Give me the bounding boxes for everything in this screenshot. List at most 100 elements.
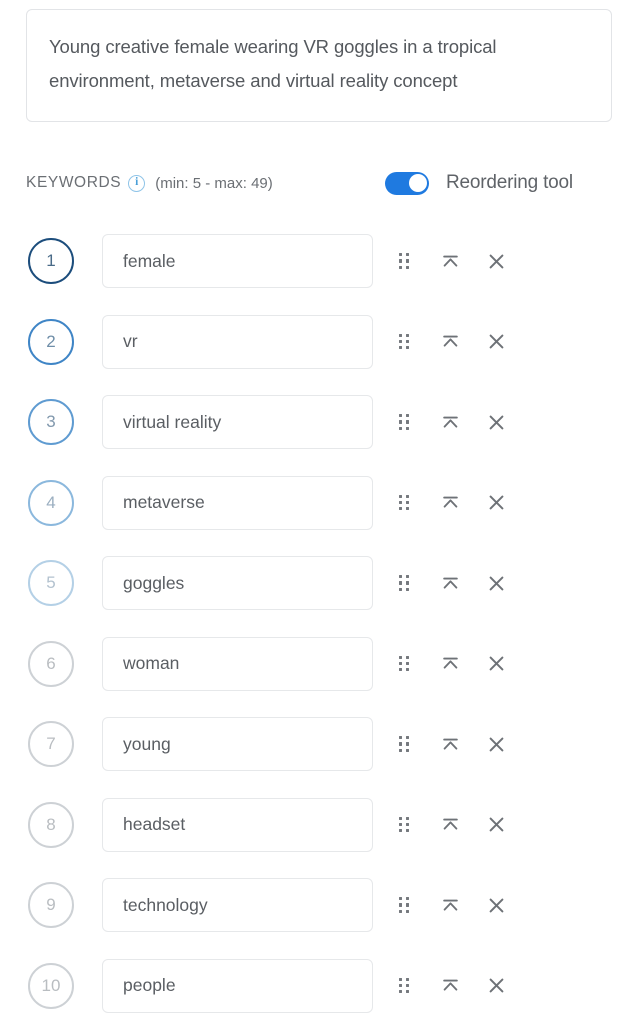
keyword-input-value: headset — [123, 814, 186, 834]
remove-keyword-icon[interactable] — [484, 652, 508, 676]
keyword-input[interactable]: young — [102, 717, 373, 771]
move-to-top-icon[interactable] — [438, 330, 462, 354]
remove-keyword-icon[interactable] — [484, 491, 508, 515]
keyword-input[interactable]: vr — [102, 314, 373, 369]
keyword-input[interactable]: people — [102, 958, 373, 1013]
keyword-row-actions — [392, 959, 508, 1013]
keyword-row-2: 2 vr — [0, 310, 636, 391]
remove-keyword-icon[interactable] — [484, 249, 508, 273]
move-to-top-icon[interactable] — [438, 732, 462, 756]
keyword-rank-badge: 1 — [28, 238, 74, 284]
keyword-rank-number: 5 — [46, 573, 56, 592]
keyword-row-8: 8 headset — [0, 793, 636, 874]
keyword-input[interactable]: technology — [102, 878, 373, 932]
keyword-input[interactable]: woman — [102, 636, 373, 691]
keyword-row-9: 9 technology — [0, 873, 636, 954]
title-textarea[interactable]: Young creative female wearing VR goggles… — [26, 9, 612, 122]
keyword-input-value: technology — [123, 894, 208, 915]
keywords-header: KEYWORDS i (min: 5 - max: 49) Reordering… — [0, 157, 636, 209]
move-to-top-icon[interactable] — [438, 249, 462, 273]
keyword-input[interactable]: female — [102, 234, 373, 288]
keyword-rank-badge: 10 — [28, 962, 74, 1009]
remove-keyword-icon[interactable] — [484, 330, 508, 354]
move-to-top-icon[interactable] — [438, 813, 462, 837]
drag-handle-icon[interactable] — [392, 732, 416, 756]
keyword-rank-number: 1 — [46, 251, 56, 270]
keyword-rank-number: 8 — [46, 814, 56, 834]
keyword-input[interactable]: virtual reality — [102, 395, 373, 449]
keyword-rank-badge: 3 — [28, 399, 74, 445]
move-to-top-icon[interactable] — [438, 893, 462, 917]
keyword-rank-badge: 4 — [28, 479, 74, 526]
keywords-label: KEYWORDS — [26, 174, 122, 191]
drag-handle-icon[interactable] — [392, 571, 416, 595]
keyword-rank-badge: 5 — [28, 560, 74, 606]
remove-keyword-icon[interactable] — [484, 410, 508, 434]
keyword-input-value: goggles — [123, 572, 185, 593]
info-icon[interactable]: i — [128, 174, 146, 192]
keyword-input-value: people — [123, 975, 176, 995]
keyword-row-1: 1 female — [0, 229, 636, 310]
move-to-top-icon[interactable] — [438, 652, 462, 676]
keyword-input[interactable]: headset — [102, 797, 373, 852]
title-text-value: Young creative female wearing VR goggles… — [49, 36, 502, 91]
keyword-row-5: 5 goggles — [0, 551, 636, 632]
drag-handle-icon[interactable] — [392, 330, 416, 354]
keyword-row-actions — [392, 476, 508, 530]
keywords-label-group: KEYWORDS i (min: 5 - max: 49) — [26, 157, 273, 209]
keyword-input[interactable]: metaverse — [102, 475, 373, 530]
keyword-rank-badge: 7 — [28, 721, 74, 767]
keyword-rank-badge: 9 — [28, 882, 74, 928]
keyword-rank-badge: 6 — [28, 640, 74, 687]
reordering-tool-group: Reordering tool — [385, 157, 573, 209]
keyword-rank-number: 4 — [46, 492, 56, 512]
keyword-row-actions — [392, 637, 508, 691]
keyword-row-6: 6 woman — [0, 632, 636, 713]
keyword-input-value: woman — [123, 653, 180, 673]
keyword-input-value: virtual reality — [123, 411, 222, 432]
remove-keyword-icon[interactable] — [484, 571, 508, 595]
drag-handle-icon[interactable] — [392, 813, 416, 837]
keyword-rank-number: 3 — [46, 412, 56, 431]
remove-keyword-icon[interactable] — [484, 974, 508, 998]
keyword-row-actions — [392, 395, 508, 449]
drag-handle-icon[interactable] — [392, 974, 416, 998]
drag-handle-icon[interactable] — [392, 410, 416, 434]
drag-handle-icon[interactable] — [392, 249, 416, 273]
keyword-row-10: 10 people — [0, 954, 636, 1024]
keyword-row-3: 3 virtual reality — [0, 390, 636, 471]
keywords-range-text: (min: 5 - max: 49) — [155, 174, 273, 192]
move-to-top-icon[interactable] — [438, 410, 462, 434]
drag-handle-icon[interactable] — [392, 893, 416, 917]
reordering-tool-toggle[interactable] — [385, 171, 429, 195]
keyword-rank-number: 7 — [46, 734, 56, 753]
keyword-input-value: vr — [123, 331, 138, 351]
remove-keyword-icon[interactable] — [484, 893, 508, 917]
move-to-top-icon[interactable] — [438, 491, 462, 515]
keyword-rank-number: 2 — [46, 331, 56, 351]
keyword-row-4: 4 metaverse — [0, 471, 636, 552]
keyword-row-actions — [392, 878, 508, 932]
keyword-input-value: metaverse — [123, 492, 205, 512]
keyword-input-value: female — [123, 250, 176, 271]
keyword-row-actions — [392, 717, 508, 771]
keyword-row-actions — [392, 315, 508, 369]
remove-keyword-icon[interactable] — [484, 732, 508, 756]
reordering-tool-label: Reordering tool — [446, 172, 573, 193]
drag-handle-icon[interactable] — [392, 491, 416, 515]
move-to-top-icon[interactable] — [438, 974, 462, 998]
keyword-input-value: young — [123, 733, 171, 754]
keyword-rank-number: 10 — [41, 975, 61, 995]
keyword-list: 1 female 2 vr 3 virtual reality 4 metave… — [0, 229, 636, 1024]
keyword-rank-badge: 2 — [28, 318, 74, 365]
keyword-row-actions — [392, 234, 508, 288]
move-to-top-icon[interactable] — [438, 571, 462, 595]
keyword-row-actions — [392, 556, 508, 610]
drag-handle-icon[interactable] — [392, 652, 416, 676]
keyword-input[interactable]: goggles — [102, 556, 373, 610]
keyword-row-7: 7 young — [0, 712, 636, 793]
keyword-rank-badge: 8 — [28, 801, 74, 848]
keyword-row-actions — [392, 798, 508, 852]
remove-keyword-icon[interactable] — [484, 813, 508, 837]
keyword-rank-number: 6 — [46, 653, 56, 673]
